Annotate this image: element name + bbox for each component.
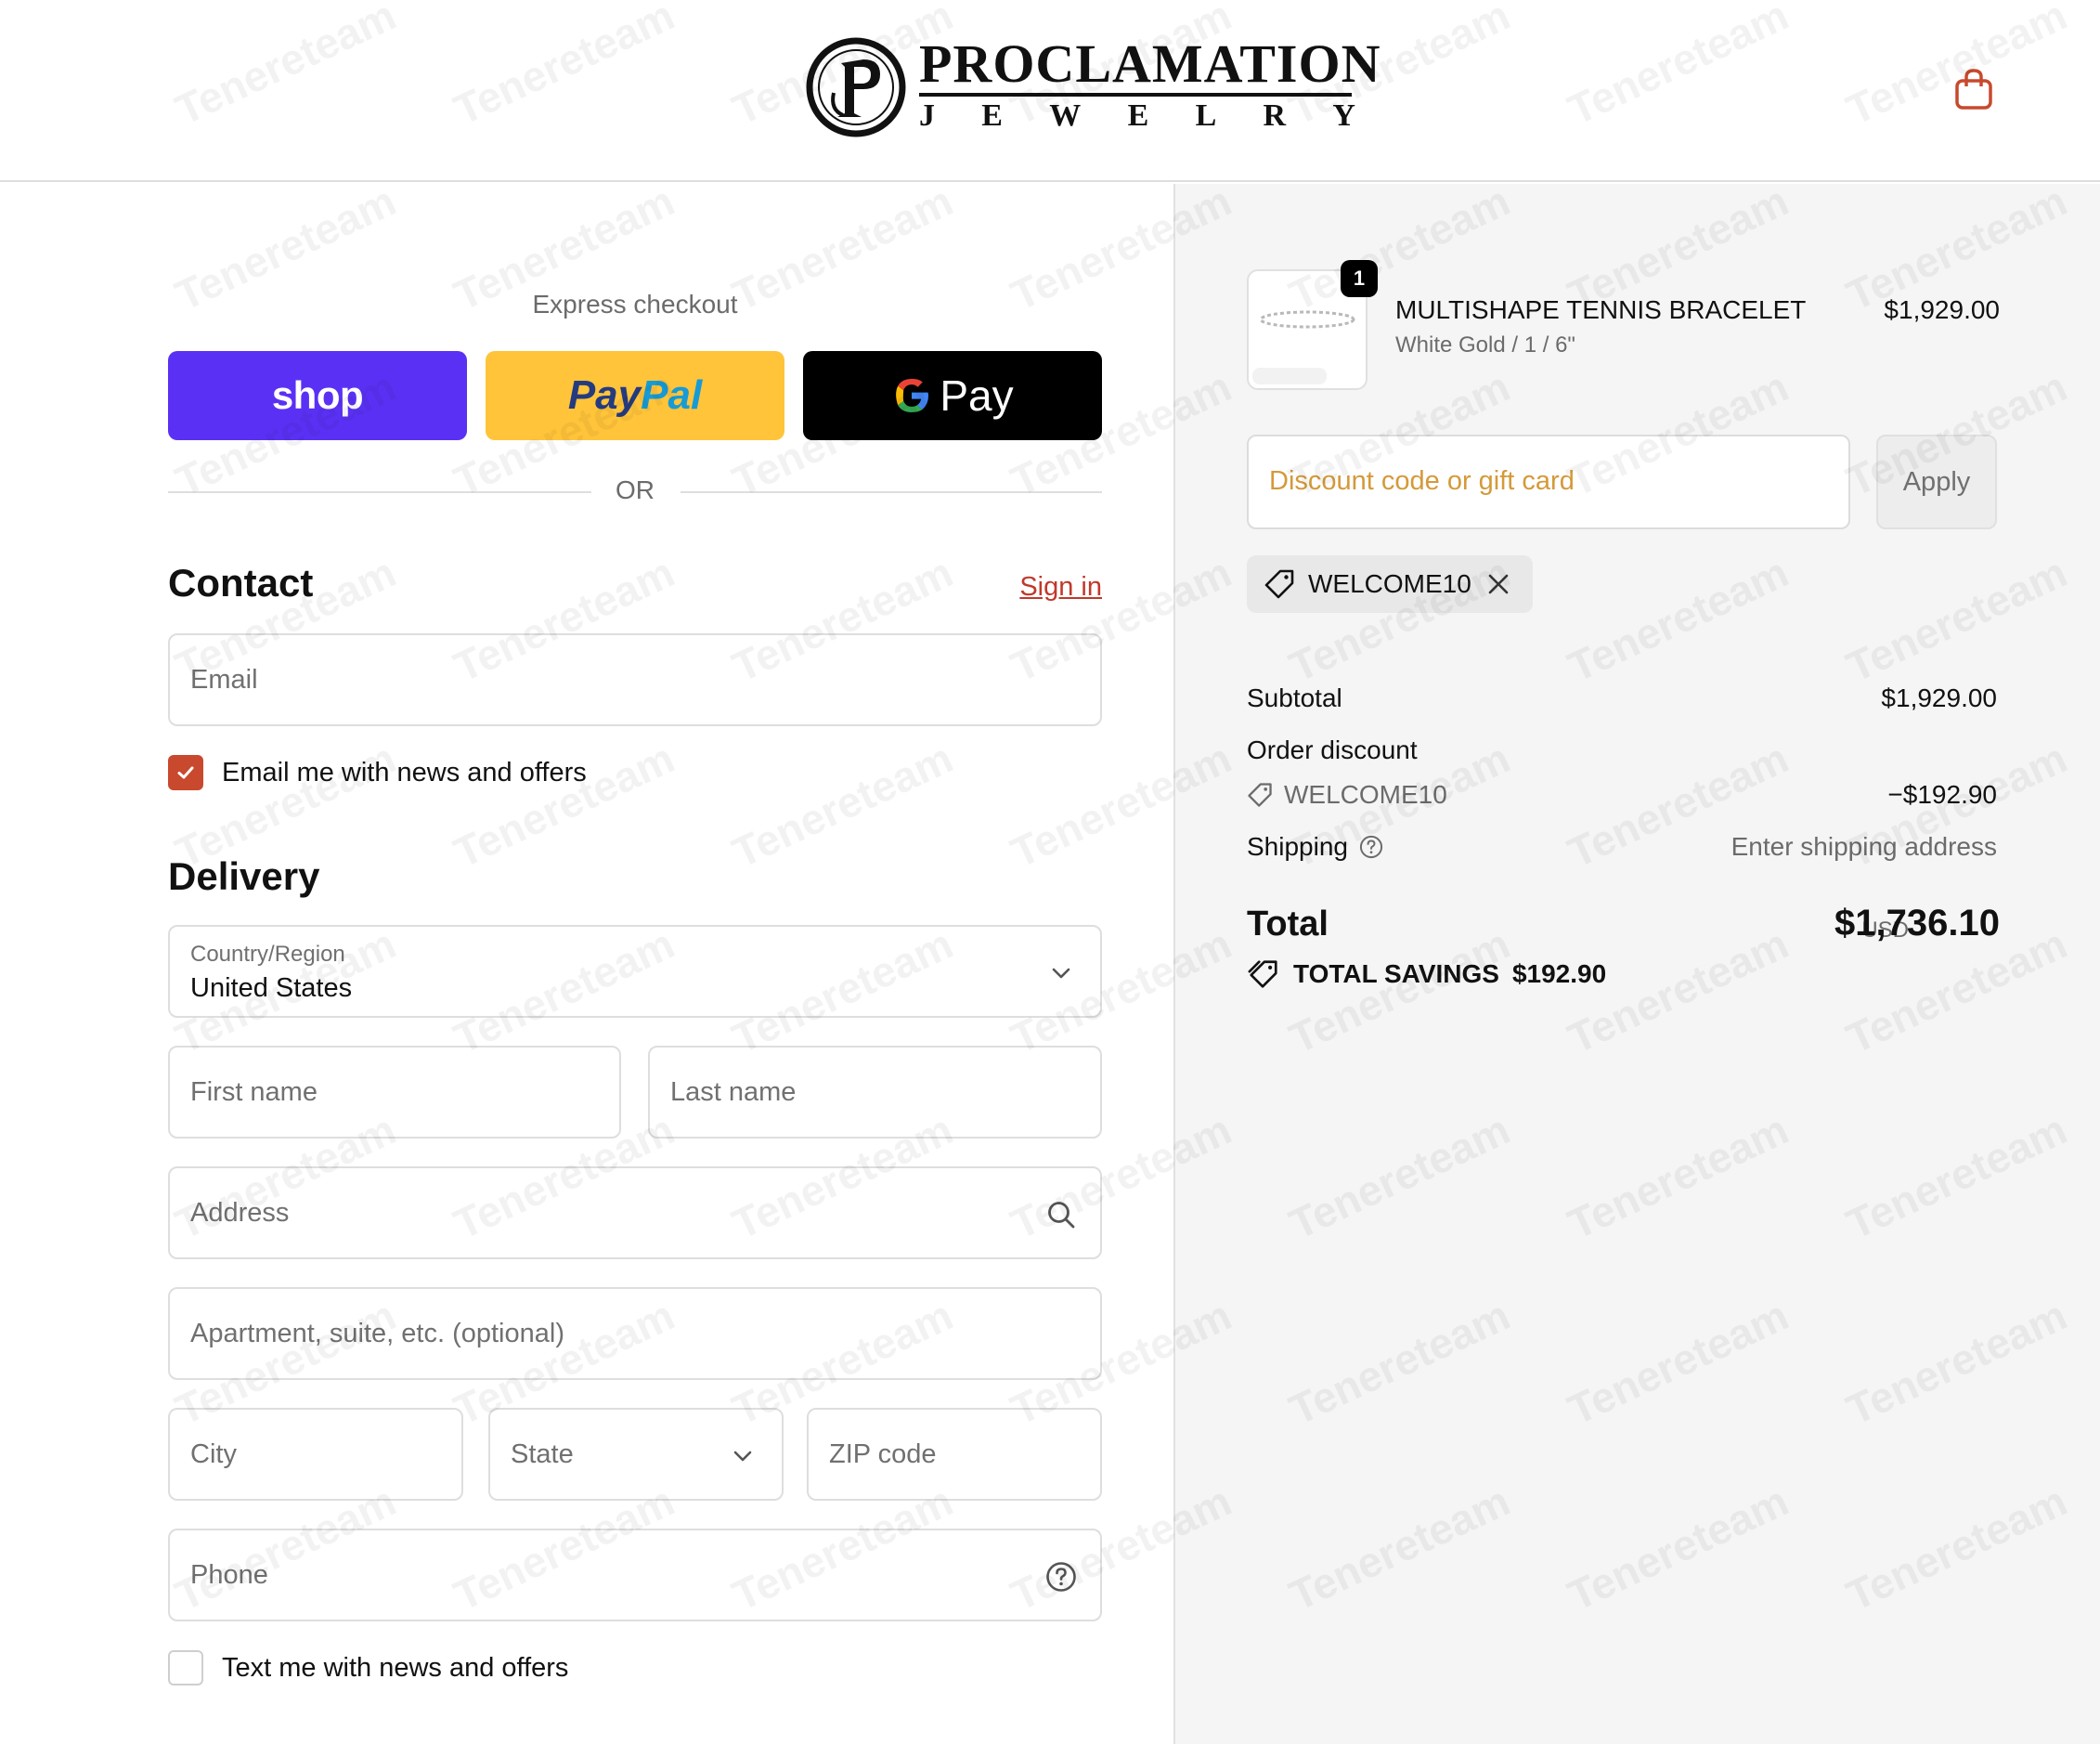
delivery-title: Delivery [168, 854, 320, 898]
brand-sub-letter: E [1127, 98, 1149, 133]
cart-button[interactable] [1948, 63, 2000, 115]
subtotal-label: Subtotal [1247, 683, 1342, 712]
discount-code-input[interactable]: Discount code or gift card [1247, 435, 1850, 529]
brand-sub-letter: W [1049, 98, 1082, 133]
first-name-field[interactable]: First name [168, 1046, 621, 1139]
product-price: $1,929.00 [1884, 295, 2000, 324]
tag-icon [1248, 783, 1272, 807]
apartment-placeholder: Apartment, suite, etc. (optional) [190, 1319, 564, 1348]
sign-in-link[interactable]: Sign in [1019, 572, 1102, 603]
express-checkout-label: Express checkout [532, 290, 738, 319]
chevron-down-icon [1043, 955, 1080, 992]
brand-name: PROCLAMATION [919, 33, 1381, 94]
shipping-label-group: Shipping [1247, 832, 1383, 862]
apartment-field[interactable]: Apartment, suite, etc. (optional) [168, 1287, 1102, 1380]
state-placeholder: State [511, 1439, 574, 1469]
divider-line [681, 491, 1102, 493]
total-label: Total [1247, 905, 1329, 944]
search-icon[interactable] [1043, 1196, 1080, 1233]
address-field[interactable]: Address [168, 1166, 1102, 1259]
product-name: MULTISHAPE TENNIS BRACELET [1395, 295, 1807, 324]
city-placeholder: City [190, 1439, 237, 1469]
country-select[interactable]: Country/Region United States [168, 925, 1102, 1018]
brand-sub-letter: J [919, 98, 935, 133]
last-name-placeholder: Last name [670, 1077, 797, 1107]
subtotal-row: Subtotal $1,929.00 [1247, 683, 1997, 713]
or-label: OR [616, 475, 655, 504]
logo-emblem-icon [806, 37, 906, 137]
total-savings: TOTAL SAVINGS $192.90 [1247, 958, 1606, 990]
close-icon [1488, 574, 1509, 594]
brand-sub-letter: Y [1332, 98, 1355, 133]
shop-pay-label: shop [271, 373, 364, 417]
logo-rule [919, 93, 1352, 97]
order-discount-label: Order discount [1247, 735, 1418, 764]
total-amount: $1,736.10 [1834, 903, 2000, 944]
newsletter-label: Email me with news and offers [222, 757, 587, 787]
subtotal-value: $1,929.00 [1881, 683, 1997, 712]
google-pay-label: Pay [940, 371, 1014, 420]
paypal-label-part1: Pay [567, 372, 642, 418]
country-value: United States [190, 973, 353, 1003]
shipping-value: Enter shipping address [1731, 832, 1997, 861]
paypal-label-part2: Pal [641, 372, 703, 418]
shop-pay-button[interactable]: shop [168, 351, 467, 440]
zip-placeholder: ZIP code [829, 1439, 937, 1469]
order-summary: 1 MULTISHAPE TENNIS BRACELET White Gold … [1173, 184, 2100, 1744]
brand-sub-letter: L [1195, 98, 1217, 133]
tag-icon [1264, 569, 1294, 599]
phone-field[interactable]: Phone [168, 1529, 1102, 1621]
google-g-icon [896, 378, 929, 412]
phone-placeholder: Phone [190, 1560, 268, 1590]
state-select[interactable]: State [488, 1408, 784, 1501]
discount-code-text: WELCOME10 [1284, 780, 1447, 809]
remove-discount-button[interactable] [1484, 570, 1512, 598]
or-divider: OR [168, 475, 1102, 507]
zip-field[interactable]: ZIP code [807, 1408, 1102, 1501]
newsletter-checkbox-row[interactable]: Email me with news and offers [168, 754, 587, 791]
savings-label: TOTAL SAVINGS [1293, 959, 1499, 988]
email-field[interactable]: Email [168, 633, 1102, 726]
order-discount-row: Order discount [1247, 735, 1997, 765]
savings-value: $192.90 [1511, 959, 1607, 988]
help-circle-icon[interactable] [1043, 1558, 1080, 1595]
discount-value: −$192.90 [1887, 780, 1997, 809]
watermark-text: Tenereteam [724, 733, 960, 878]
tag-icon [1248, 960, 1277, 988]
paypal-button[interactable]: Pay Pal [486, 351, 784, 440]
newsletter-checkbox[interactable] [168, 755, 203, 790]
address-placeholder: Address [190, 1198, 290, 1228]
email-placeholder: Email [190, 665, 258, 695]
shipping-row: Shipping Enter shipping address [1247, 832, 1997, 862]
quantity-badge: 1 [1341, 260, 1378, 297]
shipping-label: Shipping [1247, 832, 1348, 861]
country-label: Country/Region [190, 942, 345, 967]
sms-label: Text me with news and offers [222, 1652, 569, 1683]
shopping-bag-icon [1955, 69, 1992, 110]
applied-discount-chip: WELCOME10 [1247, 555, 1533, 613]
google-pay-button[interactable]: Pay [803, 351, 1102, 440]
sms-checkbox[interactable] [168, 1650, 203, 1685]
brand-sub-letter: E [981, 98, 1003, 133]
discount-code-line: WELCOME10 [1247, 780, 1447, 810]
contact-title: Contact [168, 561, 314, 605]
brand-subtitle: J E W E L R Y [919, 98, 1355, 134]
brand-sub-letter: R [1263, 98, 1287, 133]
apply-discount-button[interactable]: Apply [1876, 435, 1997, 529]
brand-logo[interactable]: PROCLAMATION J E W E L R Y [806, 33, 1380, 137]
check-icon [177, 766, 194, 779]
help-circle-icon[interactable] [1359, 835, 1383, 859]
product-variant: White Gold / 1 / 6" [1395, 332, 1575, 358]
applied-discount-code: WELCOME10 [1308, 569, 1471, 598]
chevron-down-icon [724, 1438, 761, 1475]
sms-checkbox-row[interactable]: Text me with news and offers [168, 1649, 568, 1686]
discount-code-row: WELCOME10 −$192.90 [1247, 780, 1997, 814]
site-header: PROCLAMATION J E W E L R Y [0, 0, 2100, 182]
city-field[interactable]: City [168, 1408, 463, 1501]
first-name-placeholder: First name [190, 1077, 318, 1107]
last-name-field[interactable]: Last name [648, 1046, 1102, 1139]
discount-placeholder: Discount code or gift card [1269, 466, 1575, 496]
